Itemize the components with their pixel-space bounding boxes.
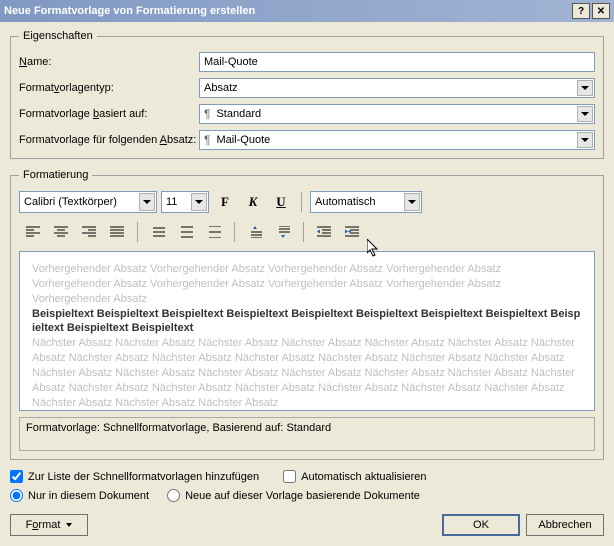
font-combo[interactable]: Calibri (Textkörper) xyxy=(19,191,157,213)
align-justify-button[interactable] xyxy=(105,221,129,243)
align-right-button[interactable] xyxy=(77,221,101,243)
formatting-legend: Formatierung xyxy=(19,169,92,181)
type-combo[interactable]: Absatz xyxy=(199,78,595,98)
preview-prev-para: Vorhergehender Absatz Vorhergehender Abs… xyxy=(32,262,582,307)
separator xyxy=(301,192,302,212)
chevron-down-icon xyxy=(139,193,155,211)
type-label: Formatvorlagentyp: xyxy=(19,82,199,94)
cancel-button[interactable]: Abbrechen xyxy=(526,514,604,536)
properties-legend: Eigenschaften xyxy=(19,30,97,42)
line-spacing-15-button[interactable] xyxy=(174,221,198,243)
underline-button[interactable]: U xyxy=(269,191,293,213)
style-description: Formatvorlage: Schnellformatvorlage, Bas… xyxy=(19,417,595,451)
format-menu-button[interactable]: Format xyxy=(10,514,88,536)
pilcrow-icon: ¶ xyxy=(204,107,210,121)
properties-group: Eigenschaften Name: Formatvorlagentyp: A… xyxy=(10,30,604,159)
space-before-inc-button[interactable] xyxy=(243,221,267,243)
italic-button[interactable]: K xyxy=(241,191,265,213)
separator xyxy=(303,222,304,242)
name-label: Name: xyxy=(19,56,199,68)
separator xyxy=(137,222,138,242)
preview-sample: Beispieltext Beispieltext Beispieltext B… xyxy=(32,307,582,337)
preview-box: Vorhergehender Absatz Vorhergehender Abs… xyxy=(19,251,595,411)
new-documents-radio[interactable]: Neue auf dieser Vorlage basierende Dokum… xyxy=(167,489,420,502)
align-left-button[interactable] xyxy=(21,221,45,243)
add-to-quicklist-checkbox[interactable]: Zur Liste der Schnellformatvorlagen hinz… xyxy=(10,470,259,483)
based-on-label: Formatvorlage basiert auf: xyxy=(19,108,199,120)
chevron-down-icon xyxy=(404,193,420,211)
space-before-dec-button[interactable] xyxy=(271,221,295,243)
window-title: Neue Formatvorlage von Formatierung erst… xyxy=(4,5,570,17)
pilcrow-icon: ¶ xyxy=(204,133,210,147)
formatting-group: Formatierung Calibri (Textkörper) 11 F K… xyxy=(10,169,604,460)
line-spacing-1-button[interactable] xyxy=(146,221,170,243)
align-center-button[interactable] xyxy=(49,221,73,243)
chevron-down-icon xyxy=(577,106,593,122)
based-on-combo[interactable]: ¶Standard xyxy=(199,104,595,124)
separator xyxy=(234,222,235,242)
close-button[interactable]: ✕ xyxy=(592,3,610,19)
this-document-radio[interactable]: Nur in diesem Dokument xyxy=(10,489,149,502)
bold-button[interactable]: F xyxy=(213,191,237,213)
name-input[interactable] xyxy=(199,52,595,72)
font-color-combo[interactable]: Automatisch xyxy=(310,191,422,213)
auto-update-checkbox[interactable]: Automatisch aktualisieren xyxy=(283,470,426,483)
chevron-down-icon xyxy=(191,193,207,211)
preview-next-para: Nächster Absatz Nächster Absatz Nächster… xyxy=(32,336,582,410)
titlebar: Neue Formatvorlage von Formatierung erst… xyxy=(0,0,614,22)
chevron-down-icon xyxy=(577,132,593,148)
following-para-label: Formatvorlage für folgenden Absatz: xyxy=(19,134,199,146)
following-para-combo[interactable]: ¶Mail-Quote xyxy=(199,130,595,150)
indent-decrease-button[interactable] xyxy=(312,221,336,243)
line-spacing-2-button[interactable] xyxy=(202,221,226,243)
chevron-down-icon xyxy=(577,80,593,96)
chevron-down-icon xyxy=(66,523,72,527)
indent-increase-button[interactable] xyxy=(340,221,364,243)
help-button[interactable]: ? xyxy=(572,3,590,19)
font-size-combo[interactable]: 11 xyxy=(161,191,209,213)
ok-button[interactable]: OK xyxy=(442,514,520,536)
